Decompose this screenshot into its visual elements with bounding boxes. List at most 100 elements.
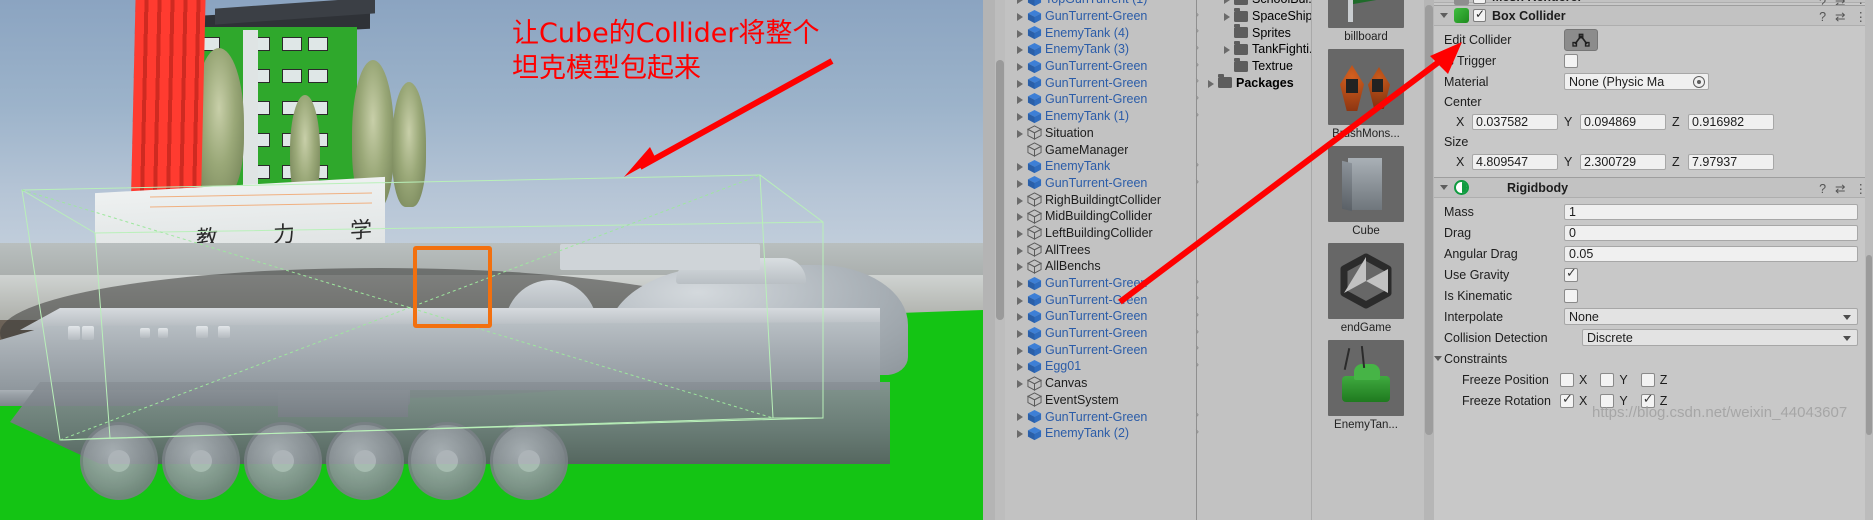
use-gravity-checkbox[interactable] bbox=[1564, 265, 1578, 282]
project-folder-5[interactable]: Packages bbox=[1203, 74, 1311, 91]
hierarchy-item-21[interactable]: GunTurrent-Green › bbox=[1006, 341, 1202, 358]
expand-arrow-icon[interactable] bbox=[1016, 0, 1027, 8]
freeze-position-x-checkbox[interactable] bbox=[1560, 372, 1574, 387]
component-tools[interactable]: ? ⇄ ⋮ bbox=[1819, 9, 1867, 25]
center-y-field[interactable]: 0.094869 bbox=[1580, 113, 1666, 130]
hierarchy-item-11[interactable]: GunTurrent-Green › bbox=[1006, 175, 1202, 192]
expand-arrow-icon[interactable] bbox=[1016, 241, 1027, 258]
asset-item-0[interactable]: billboard bbox=[1328, 0, 1404, 43]
hierarchy-item-8[interactable]: Situation bbox=[1006, 125, 1202, 142]
hierarchy-item-4[interactable]: GunTurrent-Green › bbox=[1006, 58, 1202, 75]
collision-detection-dropdown[interactable]: Discrete bbox=[1582, 329, 1858, 346]
expand-arrow-icon[interactable] bbox=[1016, 308, 1027, 325]
constraints-foldout[interactable]: Constraints bbox=[1434, 348, 1873, 369]
expand-arrow-icon[interactable] bbox=[1016, 108, 1027, 125]
mesh-renderer-enabled-checkbox[interactable] bbox=[1473, 0, 1486, 4]
hierarchy-item-5[interactable]: GunTurrent-Green › bbox=[1006, 74, 1202, 91]
hierarchy-item-16[interactable]: AllBenchs bbox=[1006, 258, 1202, 275]
expand-arrow-icon[interactable] bbox=[1016, 158, 1027, 175]
hierarchy-item-26[interactable]: EnemyTank (2) › bbox=[1006, 425, 1202, 442]
expand-arrow-icon[interactable] bbox=[1016, 58, 1027, 75]
expand-arrow-icon[interactable] bbox=[1207, 74, 1218, 91]
hierarchy-item-24[interactable]: EventSystem bbox=[1006, 392, 1202, 409]
asset-item-3[interactable]: endGame bbox=[1328, 243, 1404, 334]
freeze-rotation-x-checkbox[interactable] bbox=[1560, 391, 1574, 408]
expand-arrow-icon[interactable] bbox=[1016, 275, 1027, 292]
freeze-position-y-checkbox[interactable] bbox=[1600, 372, 1615, 387]
foldout-arrow-icon[interactable] bbox=[1438, 5, 1450, 26]
hierarchy-item-6[interactable]: GunTurrent-Green › bbox=[1006, 91, 1202, 108]
edit-collider-button[interactable] bbox=[1564, 28, 1598, 51]
expand-arrow-icon[interactable] bbox=[1016, 191, 1027, 208]
interpolate-dropdown[interactable]: None bbox=[1564, 308, 1858, 325]
component-header-rigidbody[interactable]: Rigidbody ? ⇄ ⋮ bbox=[1434, 177, 1873, 198]
angular-drag-field[interactable]: 0.05 bbox=[1564, 245, 1858, 262]
expand-arrow-icon[interactable] bbox=[1016, 175, 1027, 192]
hierarchy-item-3[interactable]: EnemyTank (3) › bbox=[1006, 41, 1202, 58]
expand-arrow-icon[interactable] bbox=[1016, 208, 1027, 225]
expand-arrow-icon[interactable] bbox=[1223, 0, 1234, 8]
project-folder-3[interactable]: TankFighti... bbox=[1203, 40, 1311, 58]
expand-arrow-icon[interactable] bbox=[1016, 408, 1027, 425]
box-collider-enabled-checkbox[interactable] bbox=[1473, 7, 1486, 22]
expand-arrow-icon[interactable] bbox=[1016, 41, 1027, 58]
is-trigger-checkbox[interactable] bbox=[1564, 53, 1578, 68]
expand-arrow-icon[interactable] bbox=[1016, 74, 1027, 91]
expand-arrow-icon[interactable] bbox=[1016, 341, 1027, 358]
component-header-mesh-renderer[interactable]: Mesh Renderer ? ⇄ ⋮ bbox=[1434, 0, 1873, 10]
hierarchy-scrollbar-thumb[interactable] bbox=[996, 60, 1004, 320]
preset-icon[interactable]: ⇄ bbox=[1835, 181, 1845, 196]
hierarchy-item-18[interactable]: GunTurrent-Green › bbox=[1006, 291, 1202, 308]
hierarchy-item-25[interactable]: GunTurrent-Green › bbox=[1006, 408, 1202, 425]
help-icon[interactable]: ? bbox=[1819, 182, 1826, 196]
expand-arrow-icon[interactable] bbox=[1223, 41, 1234, 58]
project-folder-1[interactable]: SpaceShip bbox=[1203, 7, 1311, 25]
hierarchy-item-1[interactable]: GunTurrent-Green › bbox=[1006, 8, 1202, 25]
expand-arrow-icon[interactable] bbox=[1016, 225, 1027, 242]
asset-item-1[interactable]: BrushMons... bbox=[1328, 49, 1404, 140]
help-icon[interactable]: ? bbox=[1819, 10, 1826, 24]
hierarchy-item-7[interactable]: EnemyTank (1) › bbox=[1006, 108, 1202, 125]
project-folder-2[interactable]: Sprites bbox=[1203, 24, 1311, 41]
hierarchy-item-10[interactable]: EnemyTank › bbox=[1006, 158, 1202, 175]
hierarchy-item-2[interactable]: EnemyTank (4) › bbox=[1006, 24, 1202, 41]
asset-item-2[interactable]: Cube bbox=[1328, 146, 1404, 237]
size-z-field[interactable]: 7.97937 bbox=[1688, 153, 1774, 170]
component-tools[interactable]: ? ⇄ ⋮ bbox=[1819, 181, 1867, 197]
project-folder-4[interactable]: Textrue bbox=[1203, 57, 1311, 75]
center-x-field[interactable]: 0.037582 bbox=[1472, 113, 1558, 130]
expand-arrow-icon[interactable] bbox=[1016, 358, 1027, 375]
project-asset-grid[interactable]: billboard BrushMons... Cube endGame EnemyTan… bbox=[1312, 0, 1420, 520]
project-folder-0[interactable]: SchoolBui... bbox=[1203, 0, 1311, 8]
hierarchy-item-9[interactable]: GameManager bbox=[1006, 141, 1202, 158]
object-picker-icon[interactable] bbox=[1693, 76, 1705, 88]
foldout-arrow-icon[interactable] bbox=[1438, 177, 1450, 198]
expand-arrow-icon[interactable] bbox=[1016, 325, 1027, 342]
hierarchy-item-15[interactable]: AllTrees bbox=[1006, 241, 1202, 258]
expand-arrow-icon[interactable] bbox=[1016, 291, 1027, 308]
size-y-field[interactable]: 2.300729 bbox=[1580, 153, 1666, 170]
expand-arrow-icon[interactable] bbox=[1016, 24, 1027, 41]
hierarchy-item-0[interactable]: TopGunTurrent (1)› bbox=[1006, 0, 1202, 8]
material-object-field[interactable]: None (Physic Ma bbox=[1564, 73, 1709, 90]
expand-arrow-icon[interactable] bbox=[1016, 91, 1027, 108]
center-z-field[interactable]: 0.916982 bbox=[1688, 113, 1774, 130]
inspector-scrollbar-thumb[interactable] bbox=[1866, 255, 1872, 435]
asset-item-4[interactable]: EnemyTan... bbox=[1328, 340, 1404, 431]
size-x-field[interactable]: 4.809547 bbox=[1472, 153, 1558, 170]
freeze-position-z-checkbox[interactable] bbox=[1640, 372, 1655, 387]
component-header-box-collider[interactable]: Box Collider ? ⇄ ⋮ bbox=[1434, 5, 1873, 26]
asset-scrollbar-thumb[interactable] bbox=[1425, 5, 1433, 435]
expand-arrow-icon[interactable] bbox=[1016, 375, 1027, 392]
scene-view[interactable]: 教 力 学 让Cube的Collider将整个 坦克模型包起来 bbox=[0, 0, 983, 520]
hierarchy-panel[interactable]: TopGunTurrent (1)›GunTurrent-Green›Enemy… bbox=[1006, 0, 1202, 520]
expand-arrow-icon[interactable] bbox=[1016, 8, 1027, 25]
hierarchy-item-19[interactable]: GunTurrent-Green › bbox=[1006, 308, 1202, 325]
hierarchy-item-23[interactable]: Canvas bbox=[1006, 375, 1202, 392]
hierarchy-item-20[interactable]: GunTurrent-Green › bbox=[1006, 325, 1202, 342]
is-kinematic-checkbox[interactable] bbox=[1564, 288, 1578, 303]
hierarchy-item-17[interactable]: GunTurrent-Green › bbox=[1006, 275, 1202, 292]
expand-arrow-icon[interactable] bbox=[1016, 125, 1027, 142]
hierarchy-item-13[interactable]: MidBuildingCollider bbox=[1006, 208, 1202, 225]
expand-arrow-icon[interactable] bbox=[1223, 8, 1234, 25]
